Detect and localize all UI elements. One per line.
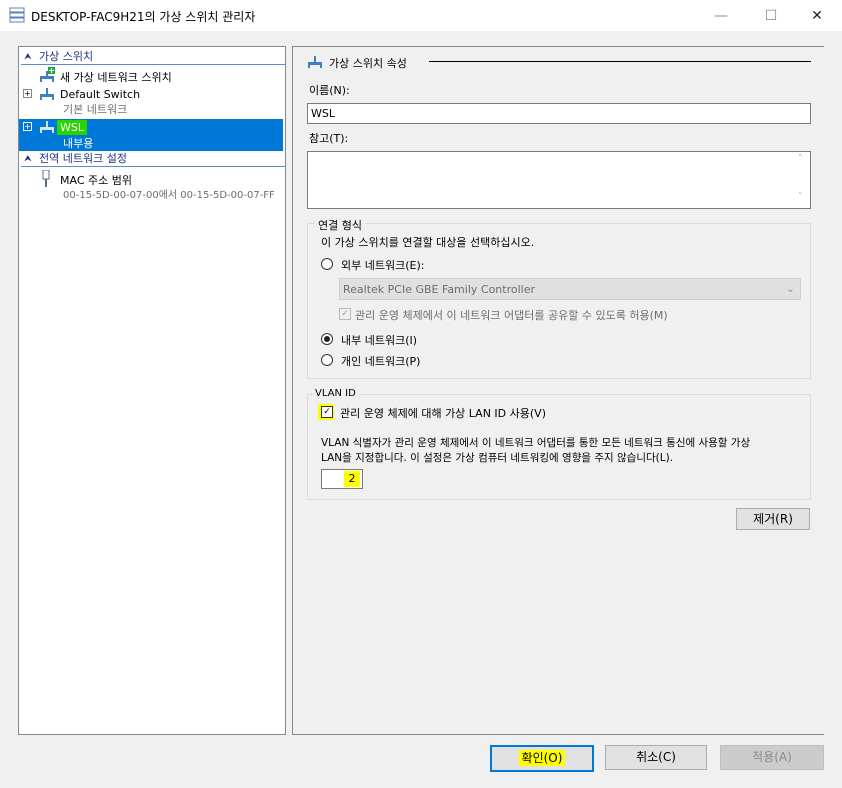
collapse-chevron-icon: ⮝ (24, 52, 32, 62)
remove-button[interactable]: 제거(R) (736, 508, 810, 530)
private-network-radio[interactable] (321, 354, 333, 366)
scroll-up-icon[interactable]: ˄ (798, 154, 803, 164)
expand-plus-icon[interactable]: + (23, 122, 32, 131)
divider (21, 64, 285, 65)
new-switch-label: 새 가상 네트워크 스위치 (60, 71, 172, 84)
divider (21, 166, 285, 167)
remove-button-label: 제거(R) (753, 512, 793, 526)
external-network-label[interactable]: 외부 네트워크(E): (341, 257, 424, 273)
minimize-icon: — (714, 7, 728, 24)
adapter-selected-value: Realtek PCIe GBE Family Controller (343, 283, 536, 296)
ok-button-label: 확인(O) (518, 750, 566, 766)
section-title: 전역 네트워크 설정 (39, 152, 127, 165)
notes-label: 참고(T): (309, 132, 349, 145)
scroll-down-icon[interactable]: ˅ (798, 192, 803, 202)
switch-item-wsl[interactable]: + WSL 내부용 (19, 119, 283, 151)
ok-button[interactable]: 확인(O) (490, 745, 594, 772)
switch-icon (40, 88, 54, 100)
mac-address-range-item[interactable]: MAC 주소 범위 00-15-5D-00-07-00에서 00-15-5D-0… (19, 170, 283, 202)
title-bar: DESKTOP-FAC9H21의 가상 스위치 관리자 — ☐ ✕ (0, 0, 842, 31)
switch-type: 기본 네트워크 (63, 103, 128, 116)
share-adapter-label: 관리 운영 체제에서 이 네트워크 어댑터를 공유할 수 있도록 허용(M) (355, 309, 668, 322)
switch-icon (308, 56, 322, 68)
maximize-button[interactable]: ☐ (748, 0, 794, 31)
close-button[interactable]: ✕ (794, 0, 840, 31)
minimize-button[interactable]: — (698, 0, 744, 31)
section-title: 가상 스위치 (39, 50, 94, 63)
window-title: DESKTOP-FAC9H21의 가상 스위치 관리자 (31, 10, 256, 24)
section-header-global-network[interactable]: ⮝ 전역 네트워크 설정 (19, 151, 285, 167)
vlan-id-value: 2 (344, 471, 360, 487)
switch-type: 내부용 (63, 137, 94, 150)
section-header-virtual-switches[interactable]: ⮝ 가상 스위치 (19, 49, 285, 65)
cancel-button-label: 취소(C) (636, 750, 676, 764)
switch-name: WSL (57, 120, 87, 135)
close-icon: ✕ (811, 7, 823, 24)
name-label: 이름(N): (309, 84, 350, 97)
vlan-enable-label[interactable]: 관리 운영 체제에 대해 가상 LAN ID 사용(V) (340, 405, 546, 421)
name-input-value: WSL (311, 107, 335, 120)
switch-manager-icon (9, 7, 25, 23)
private-network-label[interactable]: 개인 네트워크(P) (341, 353, 420, 369)
maximize-icon: ☐ (764, 7, 778, 24)
properties-header: 가상 스위치 속성 (329, 57, 407, 70)
apply-button[interactable]: 적용(A) (720, 745, 824, 770)
vlan-legend: VLAN ID (313, 388, 358, 399)
switch-list-pane: ⮝ 가상 스위치 새 가상 네트워크 스위치 + Default Switch … (18, 46, 286, 735)
switch-icon (40, 121, 54, 133)
switch-item-default[interactable]: + Default Switch 기본 네트워크 (19, 86, 283, 118)
divider (429, 61, 811, 62)
switch-properties-pane: 가상 스위치 속성 이름(N): WSL 참고(T): ˄ ˅ 연결 형식 이 … (292, 46, 824, 735)
apply-button-label: 적용(A) (752, 750, 792, 764)
share-adapter-checkbox[interactable]: ✓ (339, 308, 351, 320)
collapse-chevron-icon: ⮝ (24, 154, 32, 164)
new-switch-icon (40, 67, 55, 82)
expand-plus-icon[interactable]: + (23, 89, 32, 98)
chevron-down-icon: ⌄ (785, 282, 795, 295)
vlan-description-line2: LAN을 지정합니다. 이 설정은 가상 컴퓨터 네트워킹에 영향을 주지 않습… (321, 452, 674, 464)
connection-type-legend: 연결 형식 (315, 217, 365, 233)
vlan-enable-checkbox[interactable]: ✓ (321, 406, 333, 418)
switch-name: Default Switch (60, 88, 141, 101)
internal-network-radio[interactable] (321, 333, 333, 345)
new-virtual-switch-item[interactable]: 새 가상 네트워크 스위치 (19, 67, 283, 85)
name-input[interactable]: WSL (307, 103, 811, 124)
cancel-button[interactable]: 취소(C) (605, 745, 707, 770)
internal-network-label[interactable]: 내부 네트워크(I) (341, 332, 417, 348)
vlan-id-input[interactable]: 2 (321, 469, 363, 489)
external-network-radio[interactable] (321, 258, 333, 270)
network-plug-icon (42, 170, 50, 187)
notes-scrollbar[interactable]: ˄ ˅ (794, 152, 810, 208)
notes-textarea[interactable]: ˄ ˅ (307, 151, 811, 209)
mac-range-value: 00-15-5D-00-07-00에서 00-15-5D-00-07-FF (63, 190, 275, 201)
vlan-description-line1: VLAN 식별자가 관리 운영 체제에서 이 네트워크 어댑터를 통한 모든 네… (321, 437, 751, 449)
adapter-dropdown[interactable]: Realtek PCIe GBE Family Controller ⌄ (339, 278, 801, 300)
connection-instruction: 이 가상 스위치를 연결할 대상을 선택하십시오. (321, 236, 535, 249)
